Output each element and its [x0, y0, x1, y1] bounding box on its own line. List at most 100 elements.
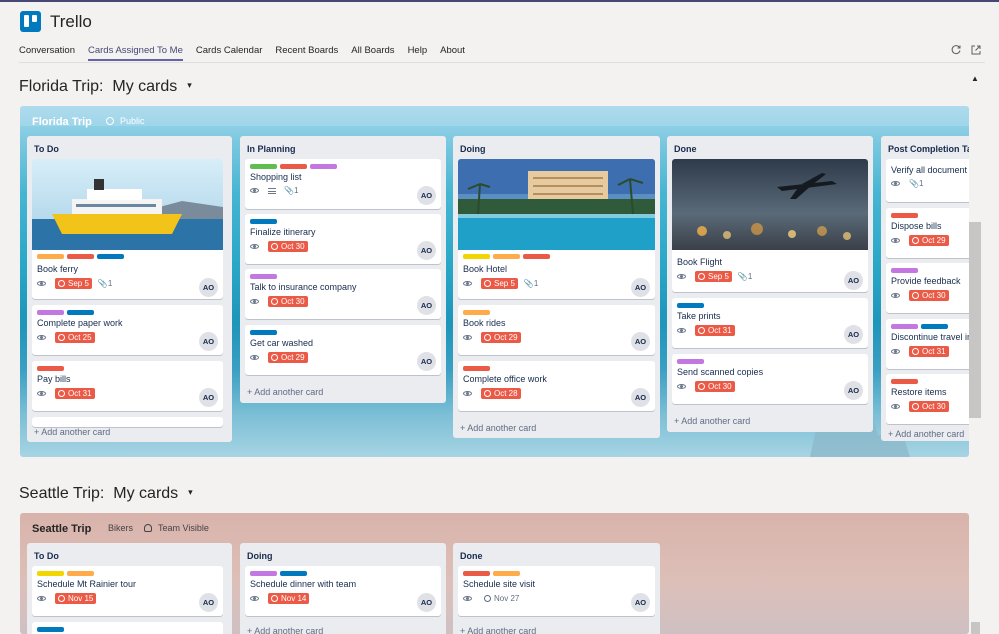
- card-provide-feedback[interactable]: Provide feedback Oct 30: [886, 263, 969, 313]
- card-title: Provide feedback: [891, 276, 961, 286]
- avatar[interactable]: AO: [844, 271, 863, 290]
- team-badge[interactable]: Bikers: [108, 523, 133, 533]
- due-date-badge[interactable]: Oct 29: [268, 352, 308, 363]
- clock-icon: [271, 243, 278, 250]
- clock-icon: [58, 280, 65, 287]
- board-title[interactable]: Seattle Trip: [32, 523, 91, 535]
- card-partial[interactable]: [32, 417, 223, 427]
- add-card-button[interactable]: + Add another card: [247, 387, 323, 397]
- tab-conversation[interactable]: Conversation: [19, 45, 75, 61]
- due-date-badge[interactable]: Oct 25: [55, 332, 95, 343]
- card-title: Book ferry: [37, 264, 79, 274]
- avatar[interactable]: AO: [199, 332, 218, 351]
- view-dropdown-icon[interactable]: ▾: [187, 80, 192, 90]
- card-book-ferry[interactable]: Book ferry Sep 5 📎1 AO: [32, 159, 223, 299]
- due-date-badge[interactable]: Oct 28: [481, 388, 521, 399]
- due-date-badge[interactable]: Sep 5: [481, 278, 518, 289]
- avatar[interactable]: AO: [199, 278, 218, 297]
- add-card-button[interactable]: + Add another card: [34, 427, 110, 437]
- tab-cards-calendar[interactable]: Cards Calendar: [196, 45, 263, 61]
- card-partial[interactable]: [32, 622, 223, 634]
- card-finalize-itinerary[interactable]: Finalize itinerary Oct 30 AO: [245, 214, 441, 264]
- tab-recent-boards[interactable]: Recent Boards: [275, 45, 338, 61]
- card-discontinue-travel[interactable]: Discontinue travel in Oct 31: [886, 319, 969, 369]
- avatar[interactable]: AO: [844, 381, 863, 400]
- avatar[interactable]: AO: [199, 388, 218, 407]
- clock-icon: [58, 595, 65, 602]
- refresh-icon[interactable]: [950, 44, 962, 56]
- card-title: Verify all document: [891, 165, 968, 175]
- card-badges: Nov 14: [250, 593, 310, 604]
- tab-all-boards[interactable]: All Boards: [351, 45, 394, 61]
- avatar[interactable]: AO: [417, 593, 436, 612]
- due-date-badge[interactable]: Oct 31: [909, 346, 949, 357]
- card-shopping-list[interactable]: Shopping list 📎1 AO: [245, 159, 441, 209]
- avatar[interactable]: AO: [844, 325, 863, 344]
- due-date-badge[interactable]: Sep 5: [695, 271, 732, 282]
- card-labels: [463, 571, 520, 576]
- due-date-badge[interactable]: Oct 31: [695, 325, 735, 336]
- due-date-badge[interactable]: Oct 30: [695, 381, 735, 392]
- card-get-car-washed[interactable]: Get car washed Oct 29 AO: [245, 325, 441, 375]
- avatar[interactable]: AO: [199, 593, 218, 612]
- visibility-badge[interactable]: Team Visible: [144, 523, 209, 533]
- avatar[interactable]: AO: [417, 186, 436, 205]
- add-card-button[interactable]: + Add another card: [460, 423, 536, 433]
- due-date-badge[interactable]: Oct 30: [268, 296, 308, 307]
- avatar[interactable]: AO: [417, 241, 436, 260]
- card-restore-items[interactable]: Restore items Oct 30: [886, 374, 969, 424]
- due-date-badge[interactable]: Oct 30: [268, 241, 308, 252]
- board-scrollbar[interactable]: [971, 622, 980, 634]
- avatar[interactable]: AO: [631, 388, 650, 407]
- card-title: Shopping list: [250, 172, 302, 182]
- card-pay-bills[interactable]: Pay bills Oct 31 AO: [32, 361, 223, 411]
- due-date-badge[interactable]: Oct 30: [909, 401, 949, 412]
- card-badges: Oct 30: [677, 381, 735, 392]
- due-date-badge[interactable]: Nov 14: [268, 593, 310, 604]
- card-schedule-site-visit[interactable]: Schedule site visit Nov 27 AO: [458, 566, 655, 616]
- card-book-rides[interactable]: Book rides Oct 29 AO: [458, 305, 655, 355]
- due-date-badge[interactable]: Oct 31: [55, 388, 95, 399]
- view-dropdown-icon[interactable]: ▾: [188, 487, 193, 497]
- card-complete-paper-work[interactable]: Complete paper work Oct 25 AO: [32, 305, 223, 355]
- card-send-scanned-copies[interactable]: Send scanned copies Oct 30 AO: [672, 354, 868, 404]
- avatar[interactable]: AO: [631, 593, 650, 612]
- scroll-up-icon[interactable]: ▲: [971, 74, 979, 83]
- popout-icon[interactable]: [970, 44, 982, 56]
- card-verify-documents[interactable]: Verify all document 📎1: [886, 159, 969, 202]
- due-date-badge[interactable]: Oct 29: [481, 332, 521, 343]
- due-date-badge[interactable]: Nov 27: [481, 593, 522, 604]
- card-book-flight[interactable]: Book Flight Sep 5 📎1 AO: [672, 159, 868, 292]
- card-badges: 📎1: [250, 186, 298, 195]
- due-date-badge[interactable]: Oct 29: [909, 235, 949, 246]
- card-badges: 📎1: [891, 179, 923, 188]
- avatar[interactable]: AO: [631, 278, 650, 297]
- card-schedule-mt-rainier[interactable]: Schedule Mt Rainier tour Nov 15 AO: [32, 566, 223, 616]
- visibility-badge[interactable]: Public: [106, 116, 145, 126]
- avatar[interactable]: AO: [631, 332, 650, 351]
- due-date-badge[interactable]: Nov 15: [55, 593, 97, 604]
- card-talk-to-insurance[interactable]: Talk to insurance company Oct 30 AO: [245, 269, 441, 319]
- attachment-count: 📎1: [97, 279, 113, 288]
- add-card-button[interactable]: + Add another card: [888, 429, 964, 439]
- card-badges: Oct 28: [463, 388, 521, 399]
- avatar[interactable]: AO: [417, 296, 436, 315]
- card-dispose-bills[interactable]: Dispose bills Oct 29: [886, 208, 969, 258]
- card-title: Schedule Mt Rainier tour: [37, 579, 137, 589]
- tab-help[interactable]: Help: [408, 45, 428, 61]
- add-card-button[interactable]: + Add another card: [247, 626, 323, 634]
- card-schedule-dinner[interactable]: Schedule dinner with team Nov 14 AO: [245, 566, 441, 616]
- add-card-button[interactable]: + Add another card: [460, 626, 536, 634]
- due-date-badge[interactable]: Sep 5: [55, 278, 92, 289]
- add-card-button[interactable]: + Add another card: [674, 416, 750, 426]
- card-book-hotel[interactable]: Book Hotel Sep 5 📎1 AO: [458, 159, 655, 299]
- board-scrollbar[interactable]: [969, 222, 981, 418]
- due-date-badge[interactable]: Oct 30: [909, 290, 949, 301]
- board-title[interactable]: Florida Trip: [32, 116, 92, 128]
- card-take-prints[interactable]: Take prints Oct 31 AO: [672, 298, 868, 348]
- card-complete-office-work[interactable]: Complete office work Oct 28 AO: [458, 361, 655, 411]
- avatar[interactable]: AO: [417, 352, 436, 371]
- tab-cards-assigned[interactable]: Cards Assigned To Me: [87, 45, 183, 61]
- card-labels: [37, 310, 94, 315]
- tab-about[interactable]: About: [440, 45, 465, 61]
